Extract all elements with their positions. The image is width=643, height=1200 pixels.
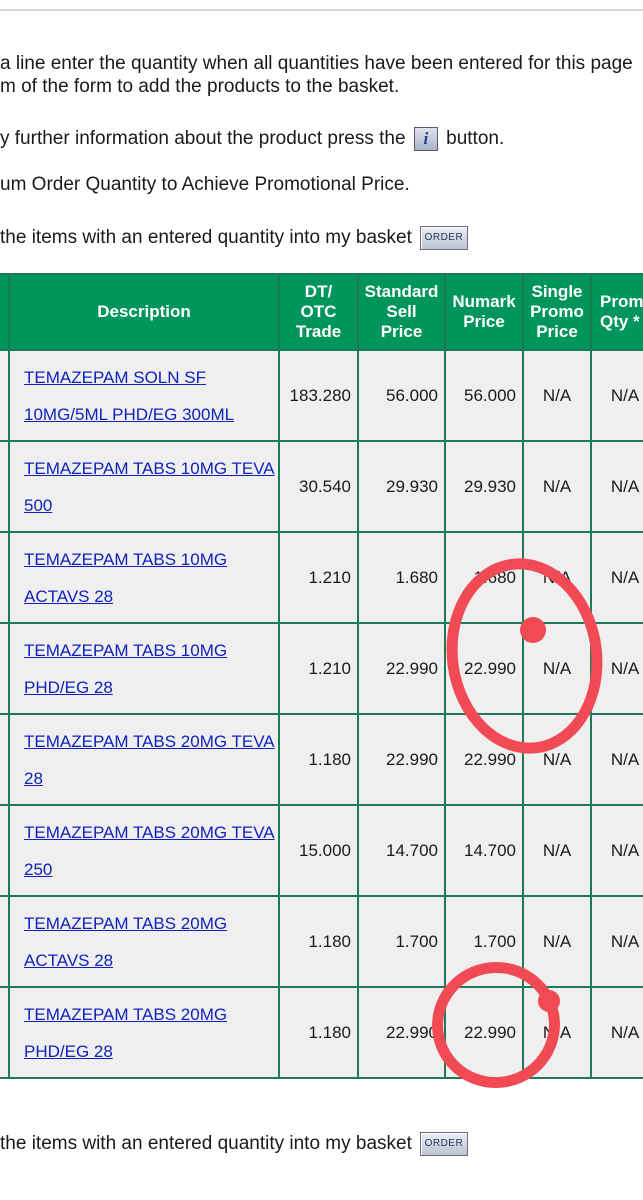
row-select-cell [0, 986, 10, 1079]
product-description: TEMAZEPAM TABS 20MG ACTAVS 28 [8, 895, 280, 988]
product-link[interactable]: TEMAZEPAM TABS 20MG TEVA 28 [24, 723, 278, 797]
product-link[interactable]: TEMAZEPAM TABS 20MG TEVA 250 [24, 814, 278, 888]
dt-otc-trade-value: 1.180 [278, 986, 359, 1079]
dt-otc-trade-value: 1.180 [278, 713, 359, 806]
dt-otc-trade-value: 30.540 [278, 440, 359, 533]
single-promo-price-value: N/A [522, 349, 592, 442]
instruction-line-3: y further information about the product … [0, 127, 505, 151]
row-select-cell [0, 713, 10, 806]
dt-otc-trade-value: 1.180 [278, 895, 359, 988]
row-select-cell [0, 440, 10, 533]
instruction-line-2: m of the form to add the products to the… [0, 76, 400, 97]
basket-instruction-top: the items with an entered quantity into … [0, 226, 468, 250]
promo-qty-value: N/A [590, 531, 643, 624]
product-description: TEMAZEPAM TABS 10MG TEVA 500 [8, 440, 280, 533]
header-single-promo-price: Single Promo Price [522, 273, 592, 351]
product-link[interactable]: TEMAZEPAM SOLN SF 10MG/5ML PHD/EG 300ML [24, 359, 278, 433]
header-description: Description [8, 273, 280, 351]
standard-sell-price-value: 22.990 [357, 622, 446, 715]
header-numark-price: Numark Price [444, 273, 524, 351]
standard-sell-price-value: 14.700 [357, 804, 446, 897]
header-dt-otc-trade: DT/OTC Trade [278, 273, 359, 351]
standard-sell-price-value: 22.990 [357, 713, 446, 806]
promo-qty-value: N/A [590, 986, 643, 1079]
product-link[interactable]: TEMAZEPAM TABS 10MG ACTAVS 28 [24, 541, 278, 615]
promo-qty-value: N/A [590, 440, 643, 533]
promo-qty-value: N/A [590, 713, 643, 806]
table-header-row: Description DT/OTC Trade Standard Sell Pric… [0, 273, 643, 351]
instruction-line-4: um Order Quantity to Achieve Promotional… [0, 174, 410, 195]
table-row: TEMAZEPAM TABS 10MG TEVA 500 30.540 29.930 2… [0, 440, 643, 533]
product-link[interactable]: TEMAZEPAM TABS 20MG PHD/EG 28 [24, 996, 278, 1070]
standard-sell-price-value: 29.930 [357, 440, 446, 533]
order-button-top[interactable]: ORDER [419, 226, 468, 250]
instruction-line-1: a line enter the quantity when all quant… [0, 53, 633, 74]
annotation-dot-lower [538, 990, 560, 1012]
info-button[interactable]: i [413, 127, 438, 151]
table-row: TEMAZEPAM TABS 20MG ACTAVS 28 1.180 1.700 1.… [0, 895, 643, 988]
standard-sell-price-value: 1.700 [357, 895, 446, 988]
product-link[interactable]: TEMAZEPAM TABS 20MG ACTAVS 28 [24, 905, 278, 979]
product-description: TEMAZEPAM TABS 10MG PHD/EG 28 [8, 622, 280, 715]
header-standard-sell-price: Standard Sell Price [357, 273, 446, 351]
header-select [0, 273, 10, 351]
row-select-cell [0, 349, 10, 442]
single-promo-price-value: N/A [522, 804, 592, 897]
product-description: TEMAZEPAM TABS 20MG TEVA 250 [8, 804, 280, 897]
single-promo-price-value: N/A [522, 440, 592, 533]
dt-otc-trade-value: 183.280 [278, 349, 359, 442]
top-divider [0, 9, 643, 11]
dt-otc-trade-value: 1.210 [278, 622, 359, 715]
standard-sell-price-value: 56.000 [357, 349, 446, 442]
basket-instruction-bottom: the items with an entered quantity into … [0, 1132, 468, 1156]
table-row: TEMAZEPAM TABS 20MG TEVA 250 15.000 14.700 1… [0, 804, 643, 897]
dt-otc-trade-value: 15.000 [278, 804, 359, 897]
annotation-dot-upper [520, 617, 546, 643]
header-promo-qty: PromoQty * [590, 273, 643, 351]
promo-qty-value: N/A [590, 895, 643, 988]
promo-qty-value: N/A [590, 349, 643, 442]
standard-sell-price-value: 1.680 [357, 531, 446, 624]
numark-price-value: 56.000 [444, 349, 524, 442]
product-link[interactable]: TEMAZEPAM TABS 10MG PHD/EG 28 [24, 632, 278, 706]
row-select-cell [0, 531, 10, 624]
product-link[interactable]: TEMAZEPAM TABS 10MG TEVA 500 [24, 450, 278, 524]
row-select-cell [0, 895, 10, 988]
promo-qty-value: N/A [590, 804, 643, 897]
table-row: TEMAZEPAM SOLN SF 10MG/5ML PHD/EG 300ML 18… [0, 349, 643, 442]
product-description: TEMAZEPAM TABS 20MG PHD/EG 28 [8, 986, 280, 1079]
product-description: TEMAZEPAM TABS 20MG TEVA 28 [8, 713, 280, 806]
numark-price-value: 14.700 [444, 804, 524, 897]
dt-otc-trade-value: 1.210 [278, 531, 359, 624]
numark-price-value: 29.930 [444, 440, 524, 533]
row-select-cell [0, 622, 10, 715]
info-icon: i [423, 129, 429, 148]
row-select-cell [0, 804, 10, 897]
product-description: TEMAZEPAM TABS 10MG ACTAVS 28 [8, 531, 280, 624]
order-button-bottom[interactable]: ORDER [419, 1132, 468, 1156]
product-description: TEMAZEPAM SOLN SF 10MG/5ML PHD/EG 300ML [8, 349, 280, 442]
